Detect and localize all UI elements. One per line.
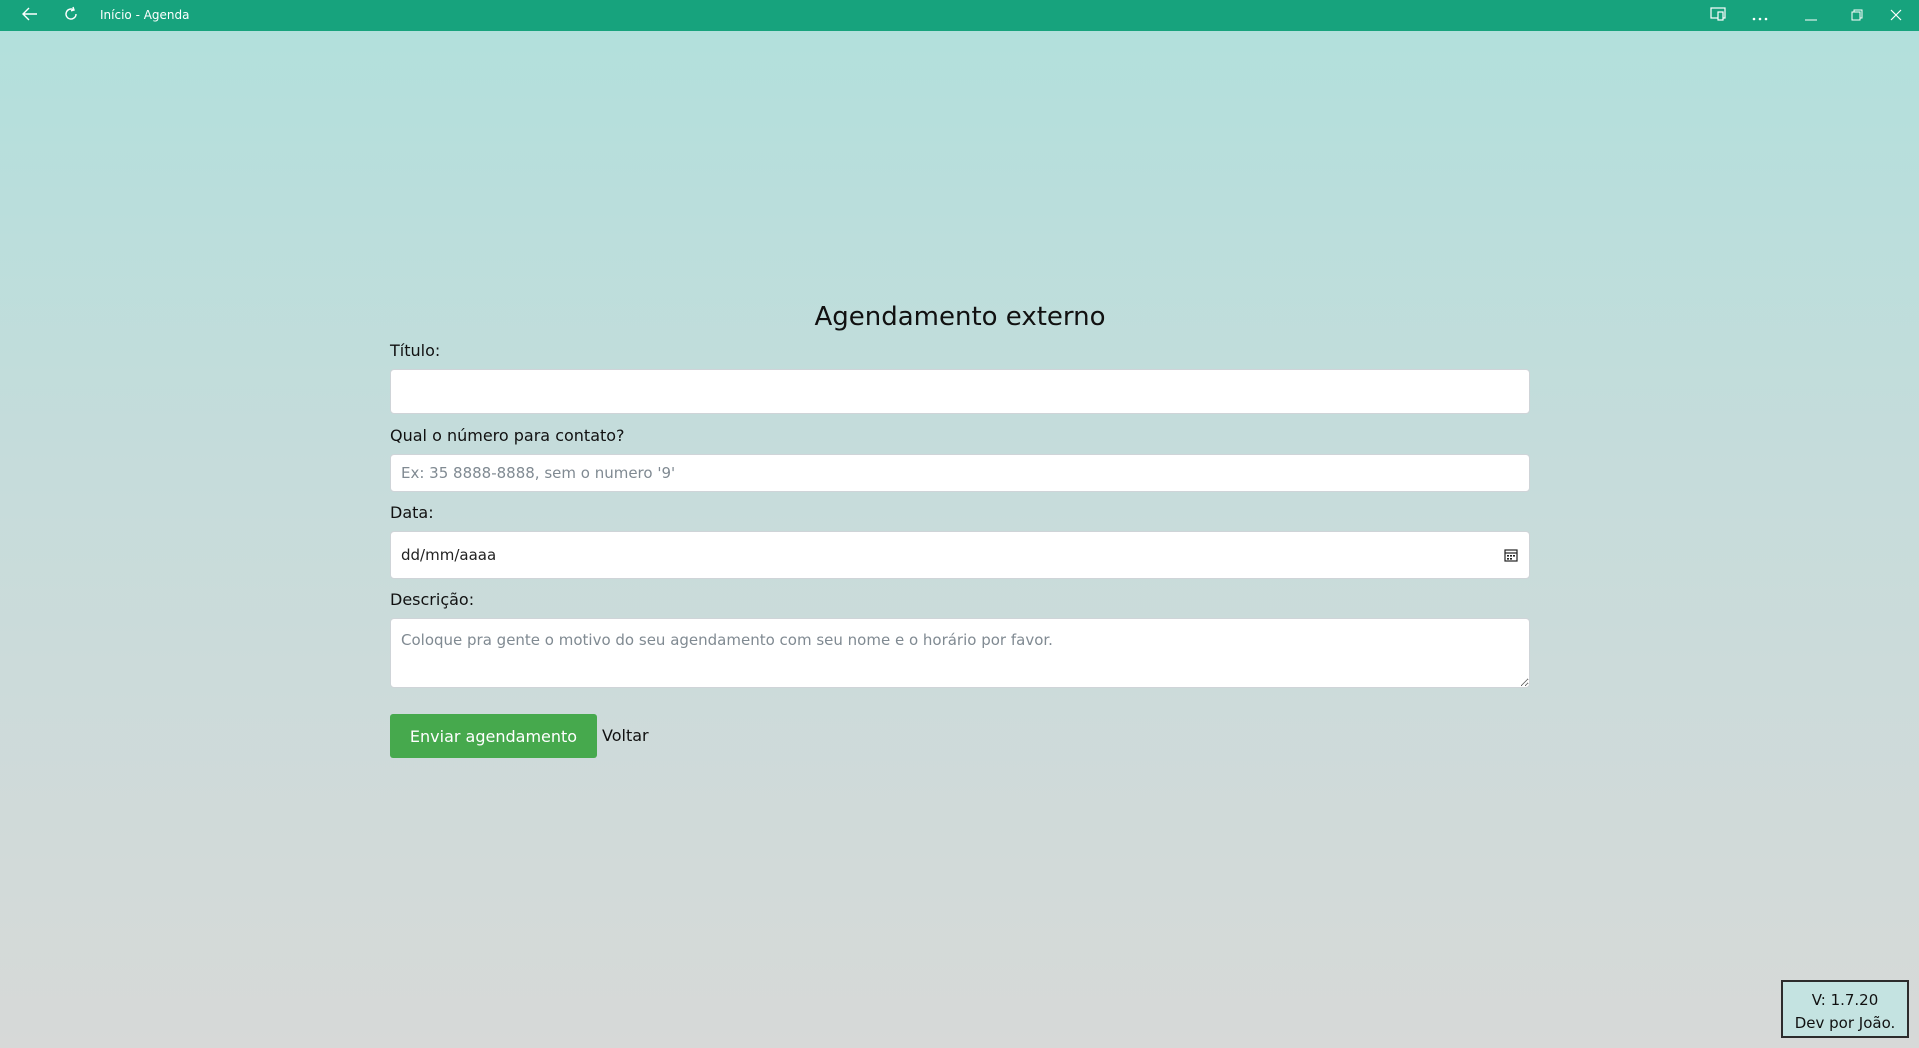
date-input[interactable]: dd/mm/aaaa [390,531,1530,579]
refresh-icon [63,6,79,26]
back-link[interactable]: Voltar [602,714,649,758]
arrow-left-icon [22,6,38,25]
close-button[interactable] [1873,0,1919,31]
description-textarea[interactable] [390,618,1530,688]
title-bar: Início - Agenda [0,0,1919,31]
minimize-button[interactable] [1788,0,1834,31]
date-value: dd/mm/aaaa [401,546,497,564]
title-input[interactable] [390,369,1530,414]
send-appointment-button[interactable]: Enviar agendamento [390,714,597,758]
phone-label: Qual o número para contato? [390,426,625,445]
app-window: Início - Agenda Agendamento externo Títu… [0,0,1919,1048]
description-label: Descrição: [390,590,475,609]
window-title: Início - Agenda [100,8,190,22]
more-button[interactable] [1744,0,1776,31]
calendar-icon[interactable] [1503,547,1519,563]
phone-input[interactable] [390,454,1530,492]
title-label: Título: [390,341,441,360]
refresh-button[interactable] [55,0,87,31]
restore-icon [1851,6,1863,25]
minimize-icon [1805,6,1817,25]
cast-button[interactable] [1702,0,1734,31]
date-label: Data: [390,503,434,522]
version-badge: V: 1.7.20 Dev por João. [1781,980,1909,1038]
cast-icon [1710,6,1726,25]
close-icon [1890,6,1902,25]
back-button[interactable] [14,0,46,31]
version-text: V: 1.7.20 [1811,991,1879,1009]
more-icon [1752,6,1768,25]
page-title: Agendamento externo [814,302,1106,332]
credit-text: Dev por João. [1794,1014,1896,1032]
